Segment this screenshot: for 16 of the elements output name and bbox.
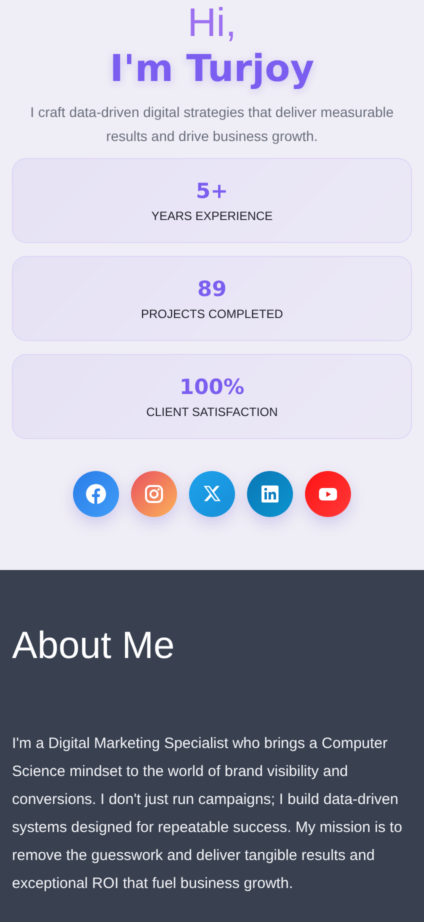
tagline-text: I craft data-driven digital strategies that deliver measurable results and drive business growth. [29, 103, 395, 146]
about-paragraph: I'm a Digital Marketing Specialist who brings a Computer Science mindset to the world of brand visibility and conversions. I don't just run campaigns; I build data-driven systems designed for repeatable success. My mission is to remove the guesswork and deliver tangible results and exceptional ROI that fuel business growth. [12, 734, 404, 894]
greeting-heading: Hi, [188, 0, 236, 46]
linkedin-icon[interactable] [247, 471, 293, 517]
name-heading: I'm Turjoy [110, 46, 314, 92]
stat-label: CLIENT SATISFACTION [146, 405, 278, 419]
instagram-icon[interactable] [131, 471, 177, 517]
stat-value: 100% [180, 374, 244, 400]
stat-label: PROJECTS COMPLETED [140, 307, 284, 321]
stat-value: 5+ [196, 178, 228, 204]
facebook-icon[interactable] [73, 471, 119, 517]
section-heading: About Me [12, 624, 176, 669]
stat-value: 89 [197, 276, 227, 302]
stat-label: YEARS EXPERIENCE [151, 209, 273, 223]
youtube-icon[interactable] [305, 471, 351, 517]
x-logo-icon[interactable] [189, 471, 235, 517]
